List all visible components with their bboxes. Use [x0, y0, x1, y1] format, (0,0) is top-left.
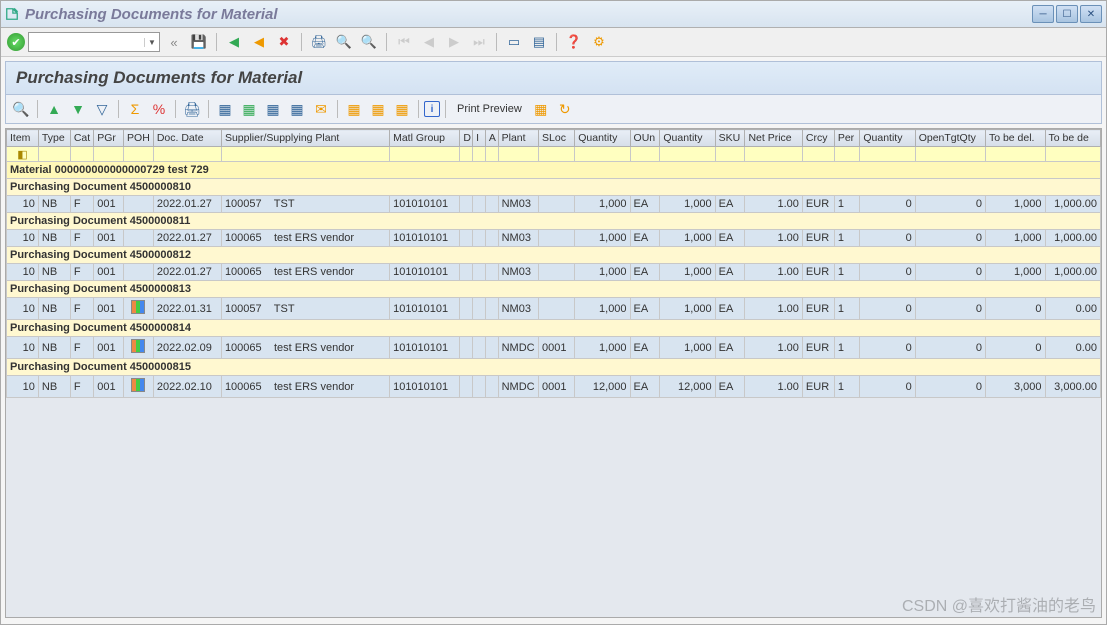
- print-preview-button[interactable]: Print Preview: [451, 103, 528, 115]
- filter-row: ◧: [7, 147, 1101, 162]
- change-layout-icon[interactable]: ▦: [367, 98, 389, 120]
- cancel-icon[interactable]: ✖: [273, 31, 295, 53]
- print-alv-icon[interactable]: 🖨: [181, 98, 203, 120]
- chart-icon: [131, 378, 145, 392]
- column-header[interactable]: OUn: [630, 130, 660, 147]
- column-header[interactable]: Net Price: [745, 130, 802, 147]
- document-header-row: Purchasing Document 4500000814: [7, 320, 1101, 337]
- column-header[interactable]: Quantity: [660, 130, 715, 147]
- save-layout-icon[interactable]: ▦: [391, 98, 413, 120]
- excel-icon[interactable]: ▦: [238, 98, 260, 120]
- watermark: CSDN @喜欢打酱油的老鸟: [902, 592, 1096, 616]
- column-header[interactable]: OpenTgtQty: [915, 130, 985, 147]
- column-header[interactable]: Item: [7, 130, 39, 147]
- column-header[interactable]: Quantity: [575, 130, 630, 147]
- layout-icon[interactable]: ▦: [343, 98, 365, 120]
- column-header[interactable]: Type: [38, 130, 70, 147]
- column-header[interactable]: To be del.: [985, 130, 1045, 147]
- find-next-icon[interactable]: 🔍: [358, 31, 380, 53]
- data-grid[interactable]: ItemTypeCatPGrPOHDoc. DateSupplier/Suppl…: [5, 128, 1102, 618]
- window-title: Purchasing Documents for Material: [25, 6, 1032, 23]
- document-header-row: Purchasing Document 4500000813: [7, 281, 1101, 298]
- close-button[interactable]: ✕: [1080, 5, 1102, 23]
- column-header[interactable]: Supplier/Supplying Plant: [221, 130, 389, 147]
- column-header[interactable]: Quantity: [860, 130, 915, 147]
- back-green-icon[interactable]: ◀: [223, 31, 245, 53]
- column-header[interactable]: D: [460, 130, 473, 147]
- column-header[interactable]: SLoc: [539, 130, 575, 147]
- alv-toolbar: 🔍 ▲ ▼ ▽ Σ % 🖨 ▦ ▦ ▦ ▦ ✉ ▦ ▦ ▦ i Print Pr…: [5, 95, 1102, 124]
- column-header[interactable]: Per: [834, 130, 860, 147]
- app-icon: [5, 7, 19, 21]
- next-page-icon[interactable]: ▶: [443, 31, 465, 53]
- titlebar: Purchasing Documents for Material ─ ☐ ✕: [1, 1, 1106, 28]
- mail-icon[interactable]: ✉: [310, 98, 332, 120]
- maximize-button[interactable]: ☐: [1056, 5, 1078, 23]
- document-header-row: Purchasing Document 4500000812: [7, 247, 1101, 264]
- info-icon[interactable]: i: [424, 101, 440, 117]
- last-page-icon[interactable]: ⏭: [468, 31, 490, 53]
- chart-icon: [131, 300, 145, 314]
- page-title: Purchasing Documents for Material: [16, 68, 1091, 88]
- table-row[interactable]: 10NBF0012022.01.27100065 test ERS vendor…: [7, 264, 1101, 281]
- table-row[interactable]: 10NBF0012022.01.27100057 TST101010101NM0…: [7, 196, 1101, 213]
- column-header[interactable]: Doc. Date: [153, 130, 221, 147]
- document-header-row: Purchasing Document 4500000810: [7, 179, 1101, 196]
- column-header[interactable]: A: [485, 130, 498, 147]
- prev-page-icon[interactable]: ◀: [418, 31, 440, 53]
- local-file-icon[interactable]: ▦: [286, 98, 308, 120]
- word-icon[interactable]: ▦: [262, 98, 284, 120]
- document-header-row: Purchasing Document 4500000815: [7, 359, 1101, 376]
- filter-icon[interactable]: ▽: [91, 98, 113, 120]
- column-header[interactable]: To be de: [1045, 130, 1100, 147]
- chart-icon: [131, 339, 145, 353]
- enter-icon[interactable]: ✔: [7, 33, 25, 51]
- new-session-icon[interactable]: ▭: [503, 31, 525, 53]
- table-row[interactable]: 10NBF0012022.02.10100065 test ERS vendor…: [7, 376, 1101, 398]
- document-header-row: Purchasing Document 4500000811: [7, 213, 1101, 230]
- save-icon[interactable]: 💾: [188, 31, 210, 53]
- column-header[interactable]: SKU: [715, 130, 745, 147]
- page-header: Purchasing Documents for Material: [5, 61, 1102, 95]
- column-header[interactable]: Crcy: [802, 130, 834, 147]
- customize-icon[interactable]: ⚙: [588, 31, 610, 53]
- column-header[interactable]: PGr: [94, 130, 124, 147]
- sort-asc-icon[interactable]: ▲: [43, 98, 65, 120]
- help-icon[interactable]: ❓: [563, 31, 585, 53]
- first-page-icon[interactable]: ⏮: [393, 31, 415, 53]
- refresh-icon[interactable]: ↻: [554, 98, 576, 120]
- details-icon[interactable]: 🔍: [10, 98, 32, 120]
- column-header[interactable]: I: [473, 130, 486, 147]
- table-row[interactable]: 10NBF0012022.02.09100065 test ERS vendor…: [7, 337, 1101, 359]
- back-icon[interactable]: «: [163, 31, 185, 53]
- find-icon[interactable]: 🔍: [333, 31, 355, 53]
- material-header-row: Material 000000000000000729 test 729: [7, 162, 1101, 179]
- app-window: Purchasing Documents for Material ─ ☐ ✕ …: [0, 0, 1107, 625]
- sort-desc-icon[interactable]: ▼: [67, 98, 89, 120]
- column-header-row: ItemTypeCatPGrPOHDoc. DateSupplier/Suppl…: [7, 130, 1101, 147]
- command-field[interactable]: ▼: [28, 32, 160, 52]
- subtotal-icon[interactable]: %: [148, 98, 170, 120]
- column-header[interactable]: Matl Group: [390, 130, 460, 147]
- column-header[interactable]: Cat: [70, 130, 93, 147]
- column-header[interactable]: Plant: [498, 130, 538, 147]
- po-history-icon[interactable]: ▦: [530, 98, 552, 120]
- print-icon[interactable]: 🖨: [308, 31, 330, 53]
- session-list-icon[interactable]: ▤: [528, 31, 550, 53]
- export-icon[interactable]: ▦: [214, 98, 236, 120]
- main-toolbar: ✔ ▼ « 💾 ◀ ◀ ✖ 🖨 🔍 🔍 ⏮ ◀ ▶ ⏭ ▭ ▤ ❓ ⚙: [1, 28, 1106, 57]
- exit-icon[interactable]: ◀: [248, 31, 270, 53]
- table-row[interactable]: 10NBF0012022.01.31100057 TST101010101NM0…: [7, 298, 1101, 320]
- column-header[interactable]: POH: [124, 130, 154, 147]
- minimize-button[interactable]: ─: [1032, 5, 1054, 23]
- table-row[interactable]: 10NBF0012022.01.27100065 test ERS vendor…: [7, 230, 1101, 247]
- sum-icon[interactable]: Σ: [124, 98, 146, 120]
